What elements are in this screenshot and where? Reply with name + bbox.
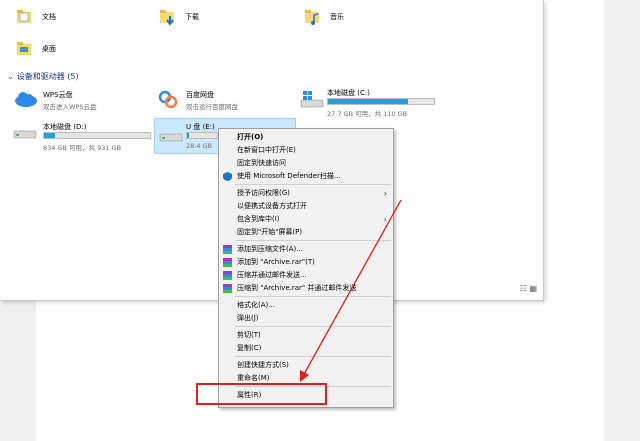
annotation-arrow <box>300 199 402 382</box>
